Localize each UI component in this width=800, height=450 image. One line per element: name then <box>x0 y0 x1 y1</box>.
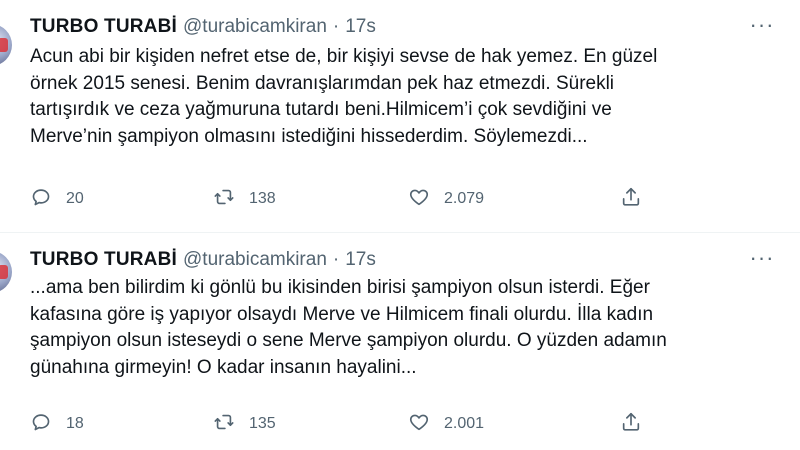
author-handle[interactable]: @turabicamkiran <box>183 16 327 38</box>
reply-count: 18 <box>66 415 84 432</box>
tweet-text-line: Acun abi bir kişiden nefret etse de, bir… <box>30 46 658 67</box>
tweet-text-line: kafasına göre iş yapıyor olsaydı Merve v… <box>30 303 654 325</box>
tweet-text-line: günahına girmeyin! O kadar insanın hayal… <box>30 356 417 378</box>
tweet-header: TURBO TURABİ @turabicamkiran · 17s <box>30 247 760 273</box>
tweet-text-line: örnek 2015 senesi. Benim davranışlarımda… <box>30 72 615 94</box>
reply-button[interactable]: 18 <box>30 409 84 439</box>
tweet-text-line: Merve’nin şampiyon olmasını istediğini h… <box>30 125 588 147</box>
author-handle[interactable]: @turabicamkiran <box>183 249 327 271</box>
tweet[interactable]: TURBO TURABİ @turabicamkiran · 17s ··· A… <box>0 0 800 232</box>
header-separator: · <box>332 16 340 37</box>
reply-count: 20 <box>66 190 84 207</box>
tweet[interactable]: TURBO TURABİ @turabicamkiran · 17s ··· .… <box>0 232 800 450</box>
heart-icon <box>408 186 430 213</box>
like-count: 2.001 <box>444 415 485 432</box>
tweet-text: Acun abi bir kişiden nefret etse de, bir… <box>30 44 770 150</box>
retweet-icon <box>213 411 235 438</box>
tweet-actions: 18 135 2.001 <box>30 409 660 439</box>
more-icon[interactable]: ··· <box>744 245 780 271</box>
tweet-text-line: tartışırdık ve ceza yağmuruna tutardı be… <box>30 99 612 120</box>
reply-icon <box>30 411 52 438</box>
tweet-actions: 20 138 2.079 <box>30 184 660 214</box>
tweet-timestamp[interactable]: 17s <box>345 16 376 38</box>
avatar[interactable] <box>0 251 12 293</box>
tweet-feed: TURBO TURABİ @turabicamkiran · 17s ··· A… <box>0 0 800 450</box>
heart-icon <box>408 411 430 438</box>
retweet-icon <box>213 186 235 213</box>
retweet-count: 135 <box>249 415 276 432</box>
more-icon[interactable]: ··· <box>744 12 780 38</box>
author-name[interactable]: TURBO TURABİ <box>30 16 177 38</box>
author-name[interactable]: TURBO TURABİ <box>30 249 177 271</box>
like-count: 2.079 <box>444 190 485 207</box>
tweet-timestamp[interactable]: 17s <box>345 249 376 271</box>
avatar[interactable] <box>0 24 12 66</box>
retweet-count: 138 <box>249 190 276 207</box>
share-button[interactable] <box>620 409 642 439</box>
like-button[interactable]: 2.001 <box>408 409 484 439</box>
share-button[interactable] <box>620 184 642 214</box>
like-button[interactable]: 2.079 <box>408 184 484 214</box>
share-icon <box>620 186 642 213</box>
retweet-button[interactable]: 135 <box>213 409 276 439</box>
header-separator: · <box>332 249 340 270</box>
tweet-text-line: şampiyon olsun isteseydi o sene Merve şa… <box>30 330 667 351</box>
tweet-text-line: ...ama ben bilirdim ki gönlü bu ikisinde… <box>30 277 650 298</box>
tweet-header: TURBO TURABİ @turabicamkiran · 17s <box>30 14 760 40</box>
retweet-button[interactable]: 138 <box>213 184 276 214</box>
share-icon <box>620 411 642 438</box>
tweet-text: ...ama ben bilirdim ki gönlü bu ikisinde… <box>30 275 770 381</box>
reply-icon <box>30 186 52 213</box>
reply-button[interactable]: 20 <box>30 184 84 214</box>
